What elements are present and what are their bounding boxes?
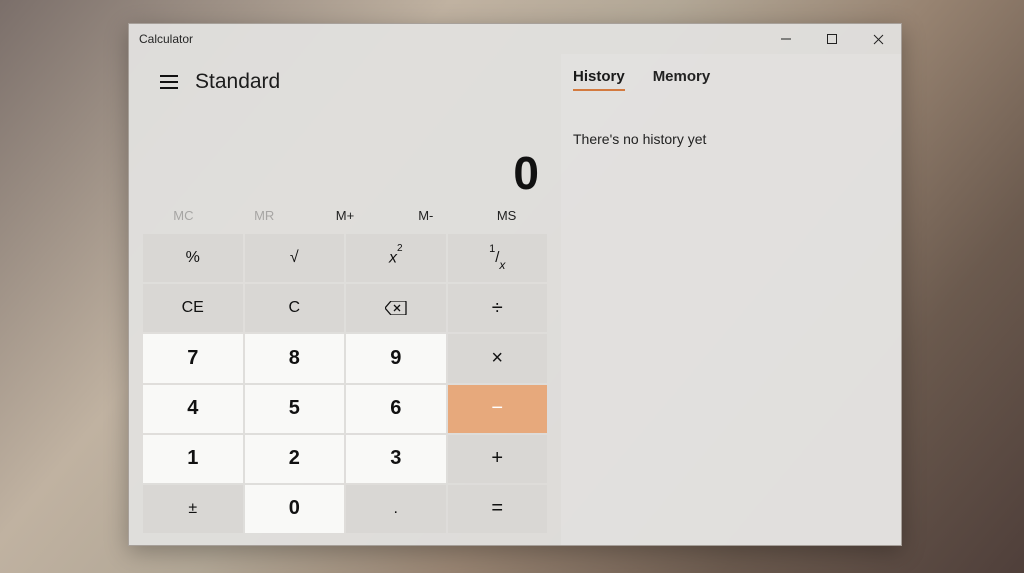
window-title: Calculator [139,32,193,46]
negate-button[interactable]: ± [143,485,243,533]
digit-0-button[interactable]: 0 [245,485,345,533]
backspace-button[interactable] [346,284,446,332]
digit-1-button[interactable]: 1 [143,435,243,483]
square-button[interactable]: x2 [346,234,446,282]
reciprocal-button[interactable]: 1/x [448,234,548,282]
decimal-button[interactable]: . [346,485,446,533]
digit-9-button[interactable]: 9 [346,334,446,382]
square-label: x2 [389,248,403,267]
tab-memory[interactable]: Memory [653,68,711,91]
panel-tabs: History Memory [573,68,883,91]
memory-store-button[interactable]: MS [466,208,547,223]
hamburger-icon [160,75,178,89]
menu-button[interactable] [149,75,189,89]
display: 0 [143,110,547,200]
digit-7-button[interactable]: 7 [143,334,243,382]
digit-6-button[interactable]: 6 [346,385,446,433]
memory-clear-button[interactable]: MC [143,208,224,223]
titlebar: Calculator [129,24,901,54]
keypad: % √ x2 1/x CE C ÷ 7 8 [143,234,547,533]
window-controls [763,24,901,54]
app-body: Standard 0 MC MR M+ M- MS % √ x2 1/x [129,54,901,545]
memory-recall-button[interactable]: MR [224,208,305,223]
plus-button[interactable]: + [448,435,548,483]
minimize-button[interactable] [763,24,809,54]
tab-history[interactable]: History [573,68,625,91]
mode-row: Standard [143,54,547,110]
memory-plus-button[interactable]: M+ [305,208,386,223]
digit-8-button[interactable]: 8 [245,334,345,382]
calculator-pane: Standard 0 MC MR M+ M- MS % √ x2 1/x [129,54,561,545]
equals-button[interactable]: = [448,485,548,533]
side-panel: History Memory There's no history yet [561,54,901,545]
clear-button[interactable]: C [245,284,345,332]
digit-3-button[interactable]: 3 [346,435,446,483]
mode-label: Standard [195,70,280,94]
close-button[interactable] [855,24,901,54]
memory-minus-button[interactable]: M- [385,208,466,223]
history-empty-message: There's no history yet [573,131,883,147]
backspace-icon [385,301,407,315]
divide-button[interactable]: ÷ [448,284,548,332]
sqrt-button[interactable]: √ [245,234,345,282]
multiply-button[interactable]: × [448,334,548,382]
display-value: 0 [513,146,539,200]
minus-button[interactable]: − [448,385,548,433]
clear-entry-button[interactable]: CE [143,284,243,332]
maximize-button[interactable] [809,24,855,54]
reciprocal-label: 1/x [489,247,505,269]
percent-button[interactable]: % [143,234,243,282]
digit-5-button[interactable]: 5 [245,385,345,433]
digit-4-button[interactable]: 4 [143,385,243,433]
digit-2-button[interactable]: 2 [245,435,345,483]
memory-row: MC MR M+ M- MS [143,200,547,230]
calculator-window: Calculator Standard [128,23,902,546]
